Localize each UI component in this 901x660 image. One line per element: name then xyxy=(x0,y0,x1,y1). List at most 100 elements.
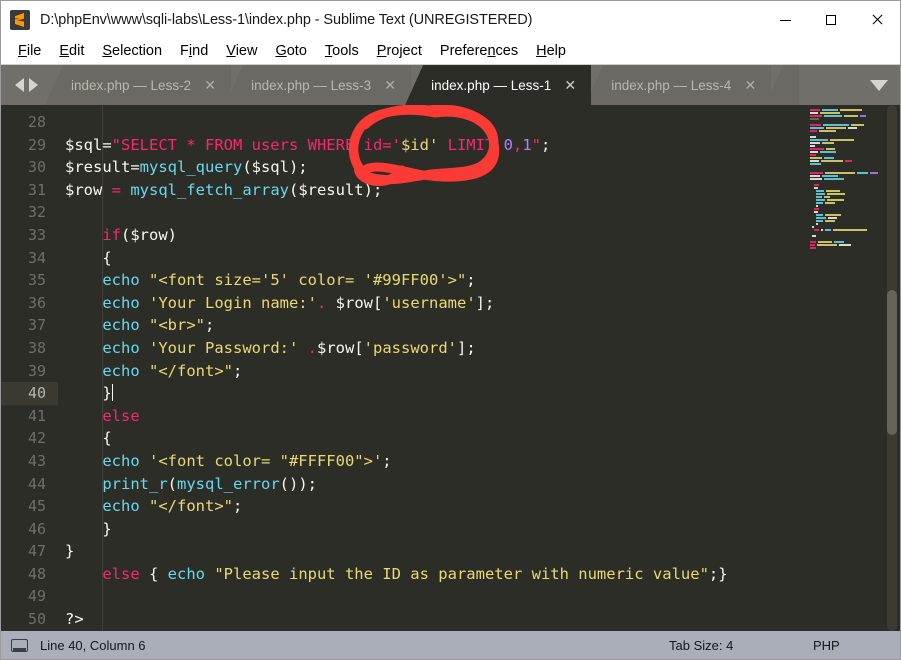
menu-item-edit[interactable]: Edit xyxy=(50,41,93,62)
line-number: 32 xyxy=(27,203,46,222)
close-button[interactable] xyxy=(854,1,900,39)
minimap-token xyxy=(810,109,820,111)
code-token: ($sql); xyxy=(242,158,308,177)
menu-item-find[interactable]: Find xyxy=(171,41,217,62)
minimap-token xyxy=(810,157,822,159)
menu-item-goto[interactable]: Goto xyxy=(266,41,315,62)
code-token: ; xyxy=(466,271,476,290)
tab-next-icon[interactable] xyxy=(28,78,38,92)
code-line[interactable]: else { echo "Please input the ID as para… xyxy=(58,563,807,586)
line-number: 50 xyxy=(27,610,46,629)
minimap-token xyxy=(810,241,816,243)
code-token: 0 xyxy=(503,135,513,154)
code-token: echo xyxy=(102,271,140,290)
code-token: LIMIT xyxy=(447,135,504,154)
menu-item-help[interactable]: Help xyxy=(527,41,575,62)
minimap-token xyxy=(834,241,844,243)
code-line[interactable]: } xyxy=(58,382,807,405)
minimize-button[interactable] xyxy=(762,1,808,39)
scrollbar-thumb[interactable] xyxy=(887,290,897,435)
code-line[interactable]: print_r(mysql_error()); xyxy=(58,473,807,496)
code-line[interactable] xyxy=(58,201,807,224)
maximize-button[interactable] xyxy=(808,1,854,39)
tab-index.php — Less-1[interactable]: index.php — Less-1 ✕ xyxy=(405,65,592,105)
code-line[interactable]: echo "</font>"; xyxy=(58,495,807,518)
minimap-token xyxy=(816,217,826,219)
line-number: 48 xyxy=(27,564,46,583)
tab-close-icon[interactable]: ✕ xyxy=(383,78,397,92)
code-token: " xyxy=(531,135,542,154)
line-number: 39 xyxy=(27,361,46,380)
code-line[interactable]: echo 'Your Login name:'. $row['username'… xyxy=(58,292,807,315)
code-token: '<font color= "#FFFF00">' xyxy=(149,451,383,470)
chevron-down-icon xyxy=(870,79,888,91)
window-title: D:\phpEnv\www\sqli-labs\Less-1\index.php… xyxy=(40,12,533,28)
code-line[interactable]: } xyxy=(58,518,807,541)
code-line[interactable]: echo "</font>"; xyxy=(58,360,807,383)
menu-item-project[interactable]: Project xyxy=(368,41,431,62)
line-number: 47 xyxy=(27,542,46,561)
code-line[interactable] xyxy=(58,111,807,134)
minimap-token xyxy=(824,178,844,180)
menu-item-view[interactable]: View xyxy=(217,41,266,62)
code-token: ' xyxy=(428,135,448,154)
code-line[interactable]: $row = mysql_fetch_array($result); xyxy=(58,179,807,202)
code-line[interactable]: echo "<font size='5' color= '#99FF00'>"; xyxy=(58,269,807,292)
minimap-token xyxy=(812,235,816,237)
tab-close-icon[interactable]: ✕ xyxy=(743,78,757,92)
menu-item-file[interactable]: File xyxy=(9,41,50,62)
code-token: "<font size='5' color= '#99FF00'>" xyxy=(149,271,467,290)
tab-size-indicator[interactable]: Tab Size: 4 xyxy=(669,638,733,653)
minimap-token xyxy=(822,109,838,111)
code-line[interactable]: if($row) xyxy=(58,224,807,247)
code-line[interactable]: } xyxy=(58,540,807,563)
minimap-token xyxy=(826,127,846,129)
close-icon xyxy=(871,14,883,26)
code-line[interactable]: { xyxy=(58,247,807,270)
minimap-token xyxy=(816,190,824,192)
tab-close-icon[interactable]: ✕ xyxy=(563,78,577,92)
minimap-token xyxy=(825,220,835,222)
minimap-token xyxy=(860,115,866,117)
code-token: $result= xyxy=(65,158,140,177)
line-number: 31 xyxy=(27,180,46,199)
menu-item-preferences[interactable]: Preferences xyxy=(431,41,527,62)
code-line[interactable]: echo "<br>"; xyxy=(58,314,807,337)
tab-nav-arrows[interactable] xyxy=(1,65,51,105)
menu-item-tools[interactable]: Tools xyxy=(316,41,368,62)
line-number: 41 xyxy=(27,406,46,425)
code-line[interactable]: echo 'Your Password:' .$row['password']; xyxy=(58,337,807,360)
code-token: echo xyxy=(167,564,205,583)
minimap-token xyxy=(810,244,815,246)
tab-index.php — Less-3[interactable]: index.php — Less-3 ✕ xyxy=(225,65,412,105)
tab-close-icon[interactable]: ✕ xyxy=(203,78,217,92)
code-line[interactable]: echo '<font color= "#FFFF00">'; xyxy=(58,450,807,473)
code-line[interactable]: else xyxy=(58,405,807,428)
code-line[interactable]: $result=mysql_query($sql); xyxy=(58,156,807,179)
line-number: 29 xyxy=(27,135,46,154)
code-token: echo xyxy=(102,361,140,380)
code-content[interactable]: $sql="SELECT * FROM users WHERE id='$id'… xyxy=(58,105,807,631)
code-line[interactable]: $sql="SELECT * FROM users WHERE id='$id'… xyxy=(58,134,807,157)
minimap-token xyxy=(814,184,819,186)
code-token: . xyxy=(307,338,317,357)
minimap-token xyxy=(830,139,854,141)
minimap-token xyxy=(827,193,845,195)
code-line[interactable]: ?> xyxy=(58,608,807,631)
code-line[interactable] xyxy=(58,585,807,608)
minimap[interactable] xyxy=(807,105,884,631)
code-line[interactable]: { xyxy=(58,427,807,450)
syntax-indicator[interactable]: PHP xyxy=(813,638,840,653)
tab-dropdown-button[interactable] xyxy=(858,65,900,105)
tab-prev-icon[interactable] xyxy=(14,78,24,92)
tab-index.php — Less-2[interactable]: index.php — Less-2 ✕ xyxy=(45,65,232,105)
tab-index.php — Less-4[interactable]: index.php — Less-4 ✕ xyxy=(585,65,772,105)
menu-item-selection[interactable]: Selection xyxy=(93,41,171,62)
vertical-scrollbar[interactable] xyxy=(884,105,900,631)
